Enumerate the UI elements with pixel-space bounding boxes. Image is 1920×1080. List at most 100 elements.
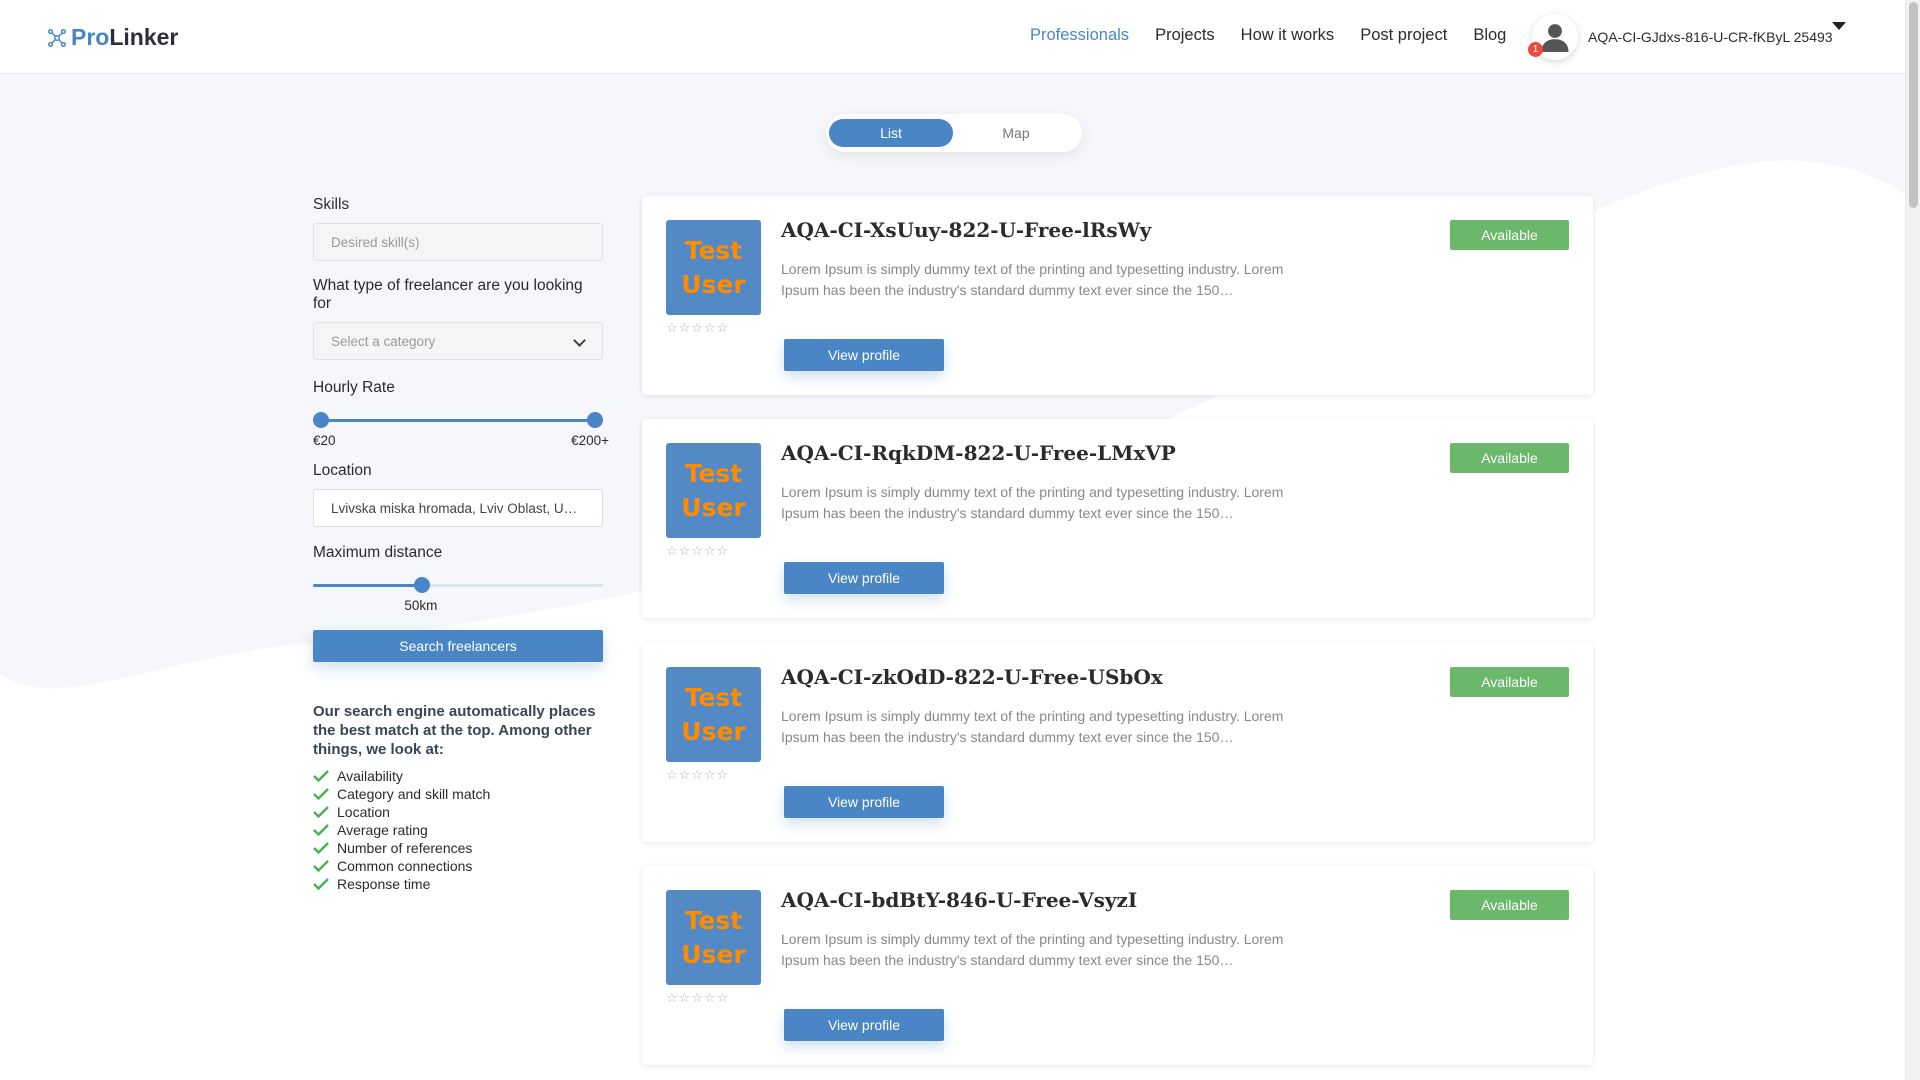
category-select-value: Select a category	[331, 333, 436, 349]
category-label: What type of freelancer are you looking …	[313, 277, 583, 312]
availability-badge: Available	[1450, 220, 1569, 250]
freelancer-avatar[interactable]: Test User	[666, 890, 761, 985]
avatar[interactable]: 1	[1528, 14, 1578, 60]
view-profile-button[interactable]: View profile	[784, 1009, 944, 1041]
checkmark-icon	[313, 842, 329, 854]
main-nav: Professionals Projects How it works Post…	[1030, 26, 1532, 45]
view-profile-button[interactable]: View profile	[784, 562, 944, 594]
user-menu[interactable]: 1 AQA-CI-GJdxs-816-U-CR-fKByL 25493	[1528, 14, 1846, 60]
freelancer-name[interactable]: AQA-CI-zkOdD-822-U-Free-USbOx	[781, 665, 1163, 689]
checkmark-icon	[313, 806, 329, 818]
nav-blog[interactable]: Blog	[1473, 26, 1506, 45]
search-freelancers-button[interactable]: Search freelancers	[313, 630, 603, 662]
freelancer-card: Test User ☆☆☆☆☆ AQA-CI-XsUuy-822-U-Free-lRs…	[642, 196, 1593, 395]
checkmark-icon	[313, 878, 329, 890]
criteria-label: Average rating	[337, 822, 428, 838]
prolinker-logo[interactable]: Pro Linker	[46, 24, 178, 51]
view-profile-button[interactable]: View profile	[784, 786, 944, 818]
nav-professionals[interactable]: Professionals	[1030, 26, 1129, 45]
criteria-item: Number of references	[313, 839, 603, 857]
criteria-label: Category and skill match	[337, 786, 491, 802]
freelancer-description: Lorem Ipsum is simply dummy text of the …	[781, 931, 1284, 968]
criteria-item: Category and skill match	[313, 785, 603, 803]
avatar-text-line: User	[681, 939, 746, 969]
location-label: Location	[313, 462, 372, 479]
hourly-rate-max: €200+	[571, 433, 609, 448]
avatar-text-line: Test	[684, 235, 743, 265]
rating-stars: ☆☆☆☆☆	[666, 767, 730, 782]
user-name[interactable]: AQA-CI-GJdxs-816-U-CR-fKByL 25493	[1588, 29, 1833, 45]
freelancer-description: Lorem Ipsum is simply dummy text of the …	[781, 708, 1284, 745]
avatar-text-line: Test	[684, 458, 743, 488]
filter-sidebar: Skills Desired skill(s) What type of fre…	[313, 196, 609, 893]
checkmark-icon	[313, 770, 329, 782]
criteria-label: Location	[337, 804, 390, 820]
hourly-rate-fill	[321, 419, 595, 422]
freelancer-description: Lorem Ipsum is simply dummy text of the …	[781, 484, 1284, 521]
max-distance-label: Maximum distance	[313, 544, 443, 561]
location-input[interactable]: Lvivska miska hromada, Lviv Oblast, U…	[313, 489, 603, 527]
criteria-label: Availability	[337, 768, 403, 784]
toggle-list[interactable]: List	[829, 119, 953, 147]
criteria-label: Response time	[337, 876, 431, 892]
chevron-down-icon	[573, 334, 586, 347]
avatar-text-line: User	[681, 492, 746, 522]
freelancer-name[interactable]: AQA-CI-RqkDM-822-U-Free-LMxVP	[781, 441, 1176, 465]
category-select[interactable]: Select a category	[313, 322, 603, 360]
criteria-item: Common connections	[313, 857, 603, 875]
hourly-rate-min: €20	[313, 433, 336, 448]
freelancer-card: Test User ☆☆☆☆☆ AQA-CI-bdBtY-846-U-Free-Vsy…	[642, 866, 1593, 1065]
ranking-criteria-list: Availability Category and skill match Loca…	[313, 767, 603, 893]
criteria-item: Location	[313, 803, 603, 821]
avatar-text-line: User	[681, 716, 746, 746]
criteria-item: Average rating	[313, 821, 603, 839]
scrollbar-thumb[interactable]	[1909, 2, 1918, 208]
top-navbar: Pro Linker Professionals Projects How it …	[0, 0, 1905, 74]
distance-value: 50km	[404, 598, 438, 613]
availability-badge: Available	[1450, 667, 1569, 697]
view-toggle: List Map	[826, 114, 1082, 152]
freelancer-avatar[interactable]: Test User	[666, 220, 761, 315]
criteria-label: Number of references	[337, 840, 473, 856]
criteria-item: Availability	[313, 767, 603, 785]
page-scrollbar[interactable]	[1905, 0, 1920, 1080]
rating-stars: ☆☆☆☆☆	[666, 320, 730, 335]
avatar-text-line: Test	[684, 682, 743, 712]
availability-badge: Available	[1450, 890, 1569, 920]
hourly-rate-min-handle[interactable]	[313, 412, 329, 428]
hourly-rate-max-handle[interactable]	[587, 412, 603, 428]
toggle-map[interactable]: Map	[954, 119, 1078, 147]
notification-badge: 1	[1528, 42, 1543, 57]
criteria-label: Common connections	[337, 858, 473, 874]
freelancer-card: Test User ☆☆☆☆☆ AQA-CI-RqkDM-822-U-Free-LMx…	[642, 419, 1593, 618]
checkmark-icon	[313, 860, 329, 872]
avatar-text-line: Test	[684, 905, 743, 935]
nav-projects[interactable]: Projects	[1155, 26, 1215, 45]
view-profile-button[interactable]: View profile	[784, 339, 944, 371]
checkmark-icon	[313, 824, 329, 836]
rating-stars: ☆☆☆☆☆	[666, 990, 730, 1005]
logo-text-pro: Pro	[71, 24, 110, 50]
distance-value-row: 50km	[313, 587, 603, 615]
freelancer-name[interactable]: AQA-CI-XsUuy-822-U-Free-lRsWy	[781, 218, 1151, 242]
criteria-item: Response time	[313, 875, 603, 893]
molecule-icon	[48, 28, 66, 47]
availability-badge: Available	[1450, 443, 1569, 473]
checkmark-icon	[313, 788, 329, 800]
freelancer-description: Lorem Ipsum is simply dummy text of the …	[781, 261, 1284, 298]
hourly-rate-label: Hourly Rate	[313, 379, 395, 396]
freelancer-avatar[interactable]: Test User	[666, 667, 761, 762]
freelancer-name[interactable]: AQA-CI-bdBtY-846-U-Free-VsyzI	[781, 888, 1137, 912]
freelancer-card: Test User ☆☆☆☆☆ AQA-CI-zkOdD-822-U-Free-USb…	[642, 643, 1593, 842]
logo-text-linker: Linker	[109, 24, 179, 50]
skills-label: Skills	[313, 196, 350, 213]
nav-post-project[interactable]: Post project	[1360, 26, 1447, 45]
rating-stars: ☆☆☆☆☆	[666, 543, 730, 558]
search-info-text: Our search engine automatically places t…	[313, 703, 596, 758]
caret-down-icon[interactable]	[1832, 22, 1846, 30]
nav-how-it-works[interactable]: How it works	[1241, 26, 1335, 45]
hourly-rate-slider[interactable]	[313, 412, 603, 428]
skills-input[interactable]: Desired skill(s)	[313, 223, 603, 261]
avatar-text-line: User	[681, 269, 746, 299]
freelancer-avatar[interactable]: Test User	[666, 443, 761, 538]
